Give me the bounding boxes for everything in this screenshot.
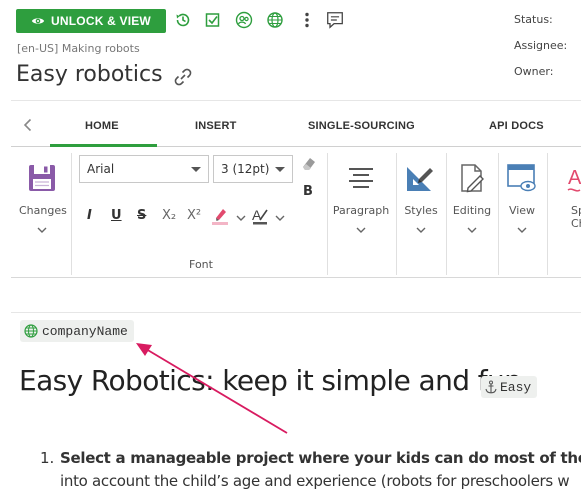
- group-divider: [498, 153, 499, 275]
- tab-api-docs[interactable]: API DOCS: [489, 120, 544, 132]
- group-divider: [327, 153, 328, 275]
- group-divider: [71, 153, 72, 275]
- changes-label: Changes: [19, 204, 67, 217]
- group-divider: [547, 153, 548, 275]
- unlock-and-view-button[interactable]: UNLOCK & VIEW: [16, 9, 166, 33]
- chevron-down-icon: [517, 227, 527, 233]
- document-edit-icon: [461, 164, 484, 193]
- chevron-down-icon: [467, 227, 477, 233]
- spell-check-icon: A: [567, 167, 581, 192]
- document-heading[interactable]: Easy Robotics: keep it simple and fun: [19, 364, 522, 397]
- unlock-and-view-label: UNLOCK & VIEW: [51, 14, 151, 28]
- editing-label: Editing: [452, 204, 492, 217]
- ribbon: HOME INSERT SINGLE-SOURCING API DOCS Cha…: [11, 100, 581, 278]
- styles-label: Styles: [404, 204, 438, 217]
- anchor-icon: [485, 380, 497, 394]
- styles-brush-icon: [407, 167, 433, 191]
- list-item-text-bold[interactable]: Select a manageable project where your k…: [60, 449, 581, 467]
- list-number: 1.: [40, 449, 55, 467]
- tab-home[interactable]: HOME: [85, 120, 119, 132]
- globe-icon[interactable]: [265, 10, 285, 30]
- link-icon[interactable]: [172, 66, 194, 88]
- spell-check-label-line2: Chec: [571, 217, 581, 230]
- align-text-icon: [349, 168, 373, 188]
- paragraph-label: Paragraph: [332, 204, 390, 217]
- active-tab-indicator: [50, 144, 157, 147]
- bold-button[interactable]: B: [303, 184, 313, 199]
- ribbon-body: Changes Arial 3 (12pt) B I U S X₂ X² A F…: [11, 148, 581, 278]
- view-label: View: [508, 204, 536, 217]
- font-group-label: Font: [189, 258, 213, 271]
- people-icon[interactable]: [234, 10, 254, 30]
- chevron-down-icon: [416, 227, 426, 233]
- font-size-value: 3 (12pt): [221, 162, 270, 176]
- owner-label: Owner:: [514, 65, 554, 78]
- anchor-chip[interactable]: Easy: [481, 376, 538, 398]
- caret-down-icon: [275, 167, 285, 172]
- breadcrumb[interactable]: [en-US] Making robots: [17, 42, 140, 55]
- spell-check-label: Sp Chec: [571, 204, 581, 230]
- editor-toolbar-strip: [11, 278, 581, 313]
- svg-text:A: A: [252, 207, 262, 223]
- font-size-select[interactable]: 3 (12pt): [213, 155, 293, 183]
- save-icon: [29, 165, 55, 191]
- document-header: UNLOCK & VIEW [en-US] Making robots Easy…: [0, 0, 581, 100]
- chevron-down-icon[interactable]: [236, 214, 246, 222]
- eye-icon: [31, 18, 45, 24]
- superscript-button[interactable]: X²: [187, 208, 201, 223]
- chevron-down-icon: [356, 227, 366, 233]
- list-item-text[interactable]: into account the child’s age and experie…: [60, 472, 570, 490]
- chevron-down-icon: [37, 227, 47, 233]
- font-family-value: Arial: [87, 162, 115, 176]
- ribbon-tabs: HOME INSERT SINGLE-SOURCING API DOCS: [11, 101, 581, 147]
- group-divider: [446, 153, 447, 275]
- globe-icon: [24, 324, 38, 338]
- underline-button[interactable]: U: [111, 208, 122, 223]
- more-icon[interactable]: [297, 10, 317, 30]
- chevron-left-icon[interactable]: [21, 117, 35, 133]
- caret-down-icon: [191, 167, 201, 172]
- subscript-button[interactable]: X₂: [162, 208, 176, 223]
- variable-name: companyName: [42, 323, 128, 339]
- checkbox-icon[interactable]: [203, 10, 223, 30]
- view-window-icon: [507, 164, 536, 192]
- italic-button[interactable]: I: [87, 208, 92, 223]
- font-family-select[interactable]: Arial: [79, 155, 209, 183]
- comment-icon[interactable]: [325, 10, 345, 30]
- page-title: Easy robotics: [16, 62, 163, 87]
- font-color-icon[interactable]: A: [251, 206, 271, 226]
- spell-check-label-line1: Sp: [571, 204, 581, 217]
- history-icon[interactable]: [173, 10, 193, 30]
- group-divider: [396, 153, 397, 275]
- chevron-down-icon[interactable]: [275, 214, 285, 222]
- highlight-color-icon[interactable]: [210, 206, 230, 226]
- status-label: Status:: [514, 13, 553, 26]
- variable-chip[interactable]: companyName: [20, 320, 134, 342]
- assignee-label: Assignee:: [514, 39, 568, 52]
- eraser-icon[interactable]: [300, 155, 318, 173]
- svg-text:A: A: [568, 167, 581, 189]
- anchor-name: Easy: [500, 379, 532, 395]
- tab-insert[interactable]: INSERT: [195, 120, 237, 132]
- strikethrough-button[interactable]: S: [137, 208, 146, 223]
- tab-single-sourcing[interactable]: SINGLE-SOURCING: [308, 120, 415, 132]
